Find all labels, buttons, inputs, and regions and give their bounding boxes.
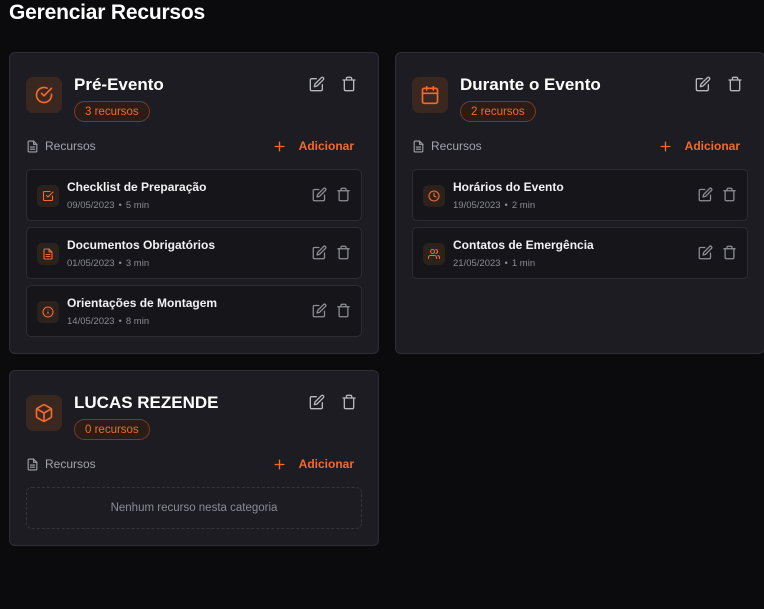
delete-resource-button[interactable] — [336, 187, 351, 202]
resource-date: 19/05/2023 — [453, 200, 501, 211]
resource-title: Contatos de Emergência — [453, 238, 594, 252]
resource-title: Documentos Obrigatórios — [67, 238, 216, 252]
users-icon — [423, 243, 445, 265]
category-header: LUCAS REZENDE 0 recursos — [26, 393, 362, 443]
delete-category-button[interactable] — [726, 75, 744, 93]
add-resource-label: Adicionar — [298, 457, 354, 471]
resource-date: 21/05/2023 — [453, 258, 501, 269]
section-label-text: Recursos — [45, 457, 96, 471]
resources-section-label: Recursos — [26, 457, 96, 471]
clock-icon — [423, 185, 445, 207]
plus-icon — [660, 140, 671, 152]
resource-meta: 09/05/2023 • 5 min — [67, 200, 150, 211]
trash-icon — [728, 76, 742, 92]
resource-meta: 14/05/2023 • 8 min — [67, 316, 150, 327]
category-card-durante-o-evento: Durante o Evento 2 recursos Recursos Adi… — [395, 52, 764, 354]
edit-resource-button[interactable] — [312, 245, 327, 260]
resource-date: 09/05/2023 — [67, 200, 115, 211]
edit-resource-button[interactable] — [698, 187, 713, 202]
category-title: Durante o Evento — [460, 75, 601, 94]
resource-date: 01/05/2023 — [67, 258, 115, 269]
resource-count-badge: 0 recursos — [74, 419, 150, 440]
category-title: LUCAS REZENDE — [74, 393, 219, 412]
edit-icon — [312, 187, 327, 202]
delete-resource-button[interactable] — [336, 303, 351, 318]
resource-count-badge: 3 recursos — [74, 101, 150, 122]
file-text-icon — [27, 458, 38, 470]
add-resource-label: Adicionar — [684, 139, 740, 153]
resource-item[interactable]: Checklist de Preparação 09/05/2023 • 5 min — [26, 169, 362, 221]
edit-resource-button[interactable] — [312, 303, 327, 318]
plus-icon — [274, 458, 285, 470]
resource-title: Checklist de Preparação — [67, 180, 207, 194]
delete-category-button[interactable] — [340, 393, 358, 411]
category-title: Pré-Evento — [74, 75, 164, 94]
resource-date: 14/05/2023 — [67, 316, 115, 327]
edit-resource-button[interactable] — [698, 245, 713, 260]
category-header: Durante o Evento 2 recursos — [412, 75, 748, 125]
edit-icon — [698, 245, 713, 260]
resource-duration: 1 min — [511, 258, 536, 269]
page-title: Gerenciar Recursos — [9, 1, 206, 24]
resource-item[interactable]: Documentos Obrigatórios 01/05/2023 • 3 min — [26, 227, 362, 279]
trash-icon — [337, 303, 350, 318]
resource-duration: 8 min — [125, 316, 150, 327]
resource-item[interactable]: Orientações de Montagem 14/05/2023 • 8 min — [26, 285, 362, 337]
category-header: Pré-Evento 3 recursos — [26, 75, 362, 125]
resource-meta: 19/05/2023 • 2 min — [453, 200, 536, 211]
calendar-icon — [412, 77, 448, 113]
delete-resource-button[interactable] — [336, 245, 351, 260]
add-resource-button[interactable]: Adicionar — [273, 139, 354, 153]
edit-category-button[interactable] — [694, 75, 712, 93]
file-text-icon — [413, 140, 424, 152]
category-card-pre-evento: Pré-Evento 3 recursos Recursos Adicionar… — [9, 52, 379, 354]
edit-icon — [309, 394, 325, 410]
resource-count-badge: 2 recursos — [460, 101, 536, 122]
check-circle-icon — [26, 77, 62, 113]
section-label-text: Recursos — [431, 139, 482, 153]
file-text-icon — [27, 140, 38, 152]
edit-icon — [695, 76, 711, 92]
resource-meta: 21/05/2023 • 1 min — [453, 258, 536, 269]
edit-resource-button[interactable] — [312, 187, 327, 202]
add-resource-label: Adicionar — [298, 139, 354, 153]
resource-duration: 5 min — [125, 200, 150, 211]
trash-icon — [342, 394, 356, 410]
resource-item[interactable]: Horários do Evento 19/05/2023 • 2 min — [412, 169, 748, 221]
trash-icon — [337, 245, 350, 260]
delete-resource-button[interactable] — [722, 187, 737, 202]
trash-icon — [723, 245, 736, 260]
resource-list: Horários do Evento 19/05/2023 • 2 min Cont… — [412, 169, 748, 285]
resource-item[interactable]: Contatos de Emergência 21/05/2023 • 1 min — [412, 227, 748, 279]
add-resource-button[interactable]: Adicionar — [273, 457, 354, 471]
resource-duration: 2 min — [511, 200, 536, 211]
delete-category-button[interactable] — [340, 75, 358, 93]
trash-icon — [337, 187, 350, 202]
resources-section-label: Recursos — [412, 139, 482, 153]
edit-category-button[interactable] — [308, 75, 326, 93]
edit-icon — [312, 303, 327, 318]
add-resource-button[interactable]: Adicionar — [659, 139, 740, 153]
resource-title: Orientações de Montagem — [67, 296, 218, 310]
resource-meta: 01/05/2023 • 3 min — [67, 258, 150, 269]
category-card-lucas-rezende: LUCAS REZENDE 0 recursos Recursos Adicio… — [9, 370, 379, 546]
resource-duration: 3 min — [125, 258, 150, 269]
trash-icon — [723, 187, 736, 202]
empty-resources-placeholder: Nenhum recurso nesta categoria — [26, 487, 362, 529]
trash-icon — [342, 76, 356, 92]
box-icon — [26, 395, 62, 431]
resource-list: Checklist de Preparação 09/05/2023 • 5 min… — [26, 169, 362, 343]
resources-section-label: Recursos — [26, 139, 96, 153]
edit-icon — [698, 187, 713, 202]
plus-icon — [274, 140, 285, 152]
delete-resource-button[interactable] — [722, 245, 737, 260]
section-label-text: Recursos — [45, 139, 96, 153]
edit-icon — [309, 76, 325, 92]
document-icon — [37, 243, 59, 265]
checkbox-icon — [37, 185, 59, 207]
info-icon — [37, 301, 59, 323]
edit-category-button[interactable] — [308, 393, 326, 411]
resource-title: Horários do Evento — [453, 180, 564, 194]
edit-icon — [312, 245, 327, 260]
